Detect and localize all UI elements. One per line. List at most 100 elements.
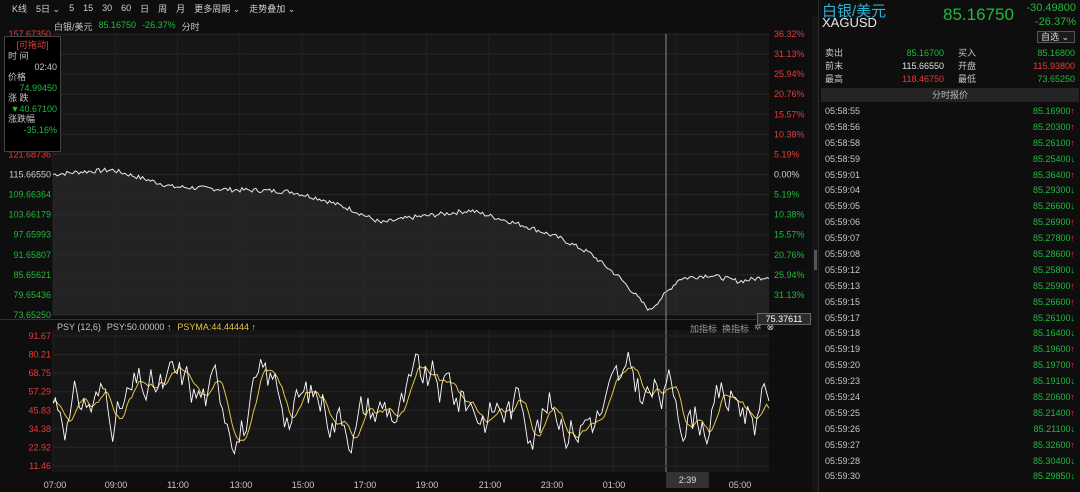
quote-row: 最高 118.46750 最低 73.65250 xyxy=(825,73,1075,86)
psy-axis-label: 22.92 xyxy=(28,442,51,452)
info-box-drag-title[interactable]: [可拖动] xyxy=(8,38,57,51)
toolbar-item-10[interactable]: 走势叠加 ⌄ xyxy=(249,2,295,15)
pct-axis-label: 15.57% xyxy=(774,109,805,119)
tick-time: 05:59:28 xyxy=(825,455,861,466)
quote-value: 73.65250 xyxy=(1037,74,1075,84)
arrow-up-icon: ↑ xyxy=(1070,360,1076,371)
pct-axis-label: 0.00% xyxy=(774,170,800,180)
toolbar-item-3[interactable]: 15 xyxy=(83,3,93,13)
arrow-up-icon: ↑ xyxy=(1070,169,1076,180)
tick-time: 05:59:15 xyxy=(825,296,861,307)
toolbar-item-4[interactable]: 30 xyxy=(102,3,112,13)
pct-axis-label: 20.76% xyxy=(774,250,805,260)
tick-row: 05:59:26 85.21100↓ xyxy=(825,422,1075,438)
arrow-up-icon: ↑ xyxy=(1070,407,1076,418)
quote-label: 最低 xyxy=(958,74,977,84)
arrow-up-icon: ↑ xyxy=(1070,249,1076,260)
info-time-row: 时 间 xyxy=(8,51,57,62)
info-pct-row: 涨跌幅 xyxy=(8,114,57,125)
tick-price: 85.26900↑ xyxy=(1032,217,1075,228)
tick-time: 05:59:30 xyxy=(825,471,861,482)
tick-row: 05:59:15 85.26600↑ xyxy=(825,295,1075,311)
quote-value: 115.93800 xyxy=(1033,61,1075,71)
x-axis-label: 09:00 xyxy=(105,480,128,490)
tick-price: 85.20300↑ xyxy=(1032,121,1075,132)
crosshair-info-box[interactable]: [可拖动] 时 间 02:40 价格 74.99450 涨 跌 ▼40.6710… xyxy=(4,36,61,152)
info-change-row: 涨 跌 xyxy=(8,93,57,104)
tick-row: 05:59:18 85.16400↓ xyxy=(825,326,1075,342)
x-axis-label: 11:00 xyxy=(167,480,189,490)
tick-time: 05:59:05 xyxy=(825,201,861,212)
tick-price: 85.26100↓ xyxy=(1032,312,1075,323)
watchlist-dropdown[interactable]: 自选 ⌄ xyxy=(1037,31,1075,43)
tick-time: 05:58:59 xyxy=(825,153,861,164)
price-change: -30.49800 -26.37% xyxy=(1026,1,1076,29)
price-axis-label: 109.66364 xyxy=(8,190,51,200)
toolbar-item-8[interactable]: 月 xyxy=(176,2,185,15)
arrow-down-icon: ↓ xyxy=(1070,328,1076,339)
tick-price: 85.25400↓ xyxy=(1032,153,1075,164)
tick-row: 05:59:04 85.29300↓ xyxy=(825,183,1075,199)
info-price-value: 74.99450 xyxy=(19,82,57,93)
change-value: -30.49800 xyxy=(1026,2,1076,14)
toolbar-item-0[interactable]: K线 xyxy=(12,2,27,15)
tick-time: 05:59:06 xyxy=(825,217,861,228)
tick-time: 05:59:04 xyxy=(825,185,861,196)
tick-row: 05:59:12 85.25800↓ xyxy=(825,263,1075,279)
tick-price: 85.19600↑ xyxy=(1032,344,1075,355)
chart-mode-label: 分时 xyxy=(181,22,200,32)
arrow-down-icon: ↓ xyxy=(1070,471,1076,482)
toolbar-item-9[interactable]: 更多周期 ⌄ xyxy=(194,2,240,15)
arrow-down-icon: ↓ xyxy=(1070,201,1076,212)
x-axis-label: 23:00 xyxy=(541,480,564,490)
change-pct: -26.37% xyxy=(1035,16,1076,28)
tick-price: 85.30400↓ xyxy=(1032,455,1076,466)
toolbar-item-2[interactable]: 5 xyxy=(69,3,74,13)
add-indicator-button[interactable]: 加指标 xyxy=(690,322,717,335)
tick-price: 85.19700↑ xyxy=(1032,360,1076,371)
toolbar-item-6[interactable]: 日 xyxy=(140,2,149,15)
switch-indicator-button[interactable]: 换指标 xyxy=(722,322,749,335)
tick-price: 85.32600↑ xyxy=(1032,439,1075,450)
tick-row: 05:59:24 85.20600↑ xyxy=(825,390,1075,406)
x-axis-label: 21:00 xyxy=(479,480,502,490)
info-time-label: 时 间 xyxy=(8,51,29,61)
toolbar-item-5[interactable]: 60 xyxy=(121,3,131,13)
quote-row: 前末 115.66550 开盘 115.93800 xyxy=(825,60,1075,73)
quote-grid: 卖出 85.16700 买入 85.16800 前末 115.66550 开盘 115.938… xyxy=(825,47,1075,86)
tick-time: 05:59:17 xyxy=(825,312,861,323)
info-pct-label: 涨跌幅 xyxy=(8,114,36,124)
pct-axis-label: 25.94% xyxy=(774,270,805,280)
tick-time: 05:58:56 xyxy=(825,121,861,132)
pct-axis-label: 20.76% xyxy=(774,89,805,99)
pct-axis-label: 5.19% xyxy=(774,149,800,159)
info-change-label: 涨 跌 xyxy=(8,93,29,103)
info-price-label: 价格 xyxy=(8,72,27,82)
tick-time: 05:59:20 xyxy=(825,360,861,371)
quote-value: 115.66550 xyxy=(902,61,944,71)
pct-axis-label: 10.38% xyxy=(774,210,805,220)
arrow-up-icon: ↑ xyxy=(1070,233,1076,244)
chart-area[interactable]: 157.67350151.69164145.70978139.72793133.… xyxy=(0,16,812,492)
tick-row: 05:58:59 85.25400↓ xyxy=(825,152,1075,168)
arrow-down-icon: ↓ xyxy=(1070,423,1076,434)
toolbar-item-7[interactable]: 周 xyxy=(158,2,167,15)
quote-value: 118.46750 xyxy=(902,74,944,84)
tick-time: 05:59:12 xyxy=(825,264,861,275)
chart-last-price: 85.16750 xyxy=(98,20,137,30)
arrow-down-icon: ↓ xyxy=(1070,455,1076,466)
tick-row: 05:59:28 85.30400↓ xyxy=(825,454,1075,470)
tick-time: 05:59:24 xyxy=(825,392,861,403)
pct-axis-label: 15.57% xyxy=(774,230,805,240)
tick-time: 05:59:01 xyxy=(825,169,861,180)
tick-row: 05:59:07 85.27800↑ xyxy=(825,231,1075,247)
price-axis-label: 103.66179 xyxy=(8,210,51,220)
price-axis-label: 73.65250 xyxy=(13,310,51,320)
splitter-handle[interactable] xyxy=(814,250,817,270)
toolbar-item-1[interactable]: 5日 ⌄ xyxy=(36,2,60,15)
chart-header: 白银/美元 85.16750 -26.37% 分时 xyxy=(54,20,200,33)
ticks-list[interactable]: 05:58:55 85.16900↑ 05:58:56 85.20300↑ 05:58:… xyxy=(825,104,1075,485)
x-axis-label: 15:00 xyxy=(292,480,315,490)
tick-price: 85.26600↓ xyxy=(1032,201,1076,212)
quote-panel: 白银/美元 XAGUSD 85.16750 -30.49800 -26.37% … xyxy=(818,0,1080,492)
